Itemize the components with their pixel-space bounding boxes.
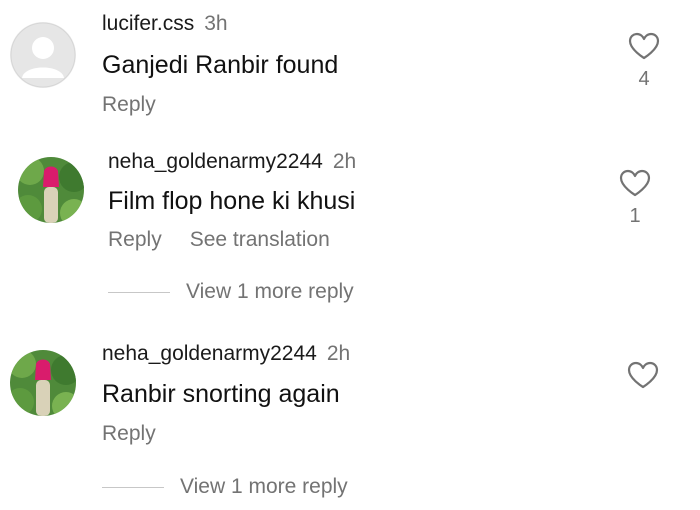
username[interactable]: lucifer.css — [102, 12, 194, 35]
comment-text: Ganjedi Ranbir found — [102, 51, 339, 79]
timestamp: 2h — [332, 150, 357, 173]
reply-button[interactable]: Reply — [102, 93, 156, 116]
heart-icon[interactable] — [627, 361, 659, 389]
like-control: 4 — [624, 32, 664, 90]
see-translation-button[interactable]: See translation — [190, 228, 330, 251]
avatar[interactable] — [10, 350, 76, 416]
comment-actions: Reply — [102, 421, 156, 447]
avatar[interactable] — [18, 157, 84, 223]
reply-button[interactable]: Reply — [102, 422, 156, 445]
profile-photo — [18, 157, 84, 223]
reply-button[interactable]: Reply — [108, 228, 162, 251]
like-control — [623, 361, 663, 389]
view-more-replies-label: View 1 more reply — [180, 475, 348, 498]
like-control: 1 — [615, 169, 655, 227]
comment-header: lucifer.css 3h — [102, 11, 228, 37]
timestamp: 3h — [204, 12, 228, 35]
comment-text: Ranbir snorting again — [102, 380, 340, 408]
comment-actions: Reply See translation — [108, 227, 330, 253]
comment-actions: Reply — [102, 92, 156, 118]
username[interactable]: neha_goldenarmy2244 — [108, 150, 323, 173]
comment-header: neha_goldenarmy2244 2h — [102, 341, 350, 367]
username[interactable]: neha_goldenarmy2244 — [102, 342, 317, 365]
avatar[interactable] — [10, 22, 76, 88]
timestamp: 2h — [326, 342, 351, 365]
like-count: 4 — [638, 68, 650, 90]
like-count: 1 — [629, 205, 641, 227]
view-more-replies-button[interactable]: View 1 more reply — [102, 474, 348, 500]
comment-header: neha_goldenarmy2244 2h — [108, 149, 356, 175]
view-more-replies-button[interactable]: View 1 more reply — [108, 279, 354, 305]
comment-text: Film flop hone ki khusi — [108, 187, 356, 215]
divider-line — [102, 486, 164, 488]
divider-line — [108, 291, 170, 293]
heart-icon[interactable] — [628, 32, 660, 60]
view-more-replies-label: View 1 more reply — [186, 280, 354, 303]
heart-icon[interactable] — [619, 169, 651, 197]
default-user-icon — [10, 22, 76, 88]
profile-photo — [10, 350, 76, 416]
